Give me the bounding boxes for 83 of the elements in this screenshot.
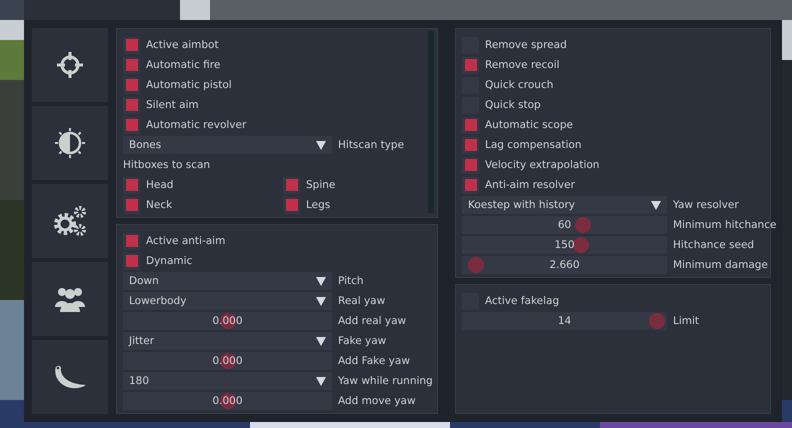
option-label: Quick stop [485, 99, 541, 111]
slider[interactable]: 0.000 [123, 312, 332, 330]
option-label: Hitchance seed [673, 239, 754, 251]
option-label: Remove recoil [485, 59, 560, 71]
dropdown[interactable]: Bones [123, 136, 332, 154]
caret-icon [651, 200, 661, 210]
sidebar-tab[interactable] [32, 340, 108, 414]
option-label: Automatic scope [485, 119, 573, 131]
checkbox[interactable] [283, 196, 300, 214]
slider-thumb[interactable] [468, 257, 484, 273]
checkbox[interactable] [462, 116, 479, 134]
option-label: Minimum hitchance [673, 219, 776, 231]
slider[interactable]: 150 [462, 236, 667, 254]
gears-icon [52, 204, 88, 238]
users-icon [54, 285, 86, 313]
option-label: Legs [306, 199, 330, 211]
slider[interactable]: 0.000 [123, 352, 332, 370]
checkbox[interactable] [123, 252, 140, 270]
checkbox[interactable] [283, 176, 300, 194]
checkbox[interactable] [123, 176, 140, 194]
slider-thumb[interactable] [572, 237, 589, 253]
option-label: Minimum damage [673, 259, 768, 271]
option-label: Active aimbot [146, 39, 219, 51]
caret-icon [316, 336, 326, 346]
slider-thumb[interactable] [574, 217, 591, 233]
option-label: Quick crouch [485, 79, 554, 91]
checkbox[interactable] [123, 116, 140, 134]
option-label: Lag compensation [485, 139, 582, 151]
option-label: Add move yaw [338, 395, 416, 407]
dropdown[interactable]: Jitter [123, 332, 332, 350]
option-label: Active anti-aim [146, 235, 226, 247]
option-label: Add real yaw [338, 315, 406, 327]
checkbox[interactable] [462, 56, 479, 74]
checkbox[interactable] [123, 96, 140, 114]
slider[interactable]: 60 [462, 216, 667, 234]
option-label: Remove spread [485, 39, 567, 51]
option-label: Add Fake yaw [338, 355, 410, 367]
dropdown[interactable]: Down [123, 272, 332, 290]
checkbox[interactable] [123, 196, 140, 214]
option-label: Spine [306, 179, 336, 191]
sidebar-tab[interactable] [32, 262, 108, 336]
option-label: Head [146, 179, 174, 191]
option-label: Fake yaw [338, 335, 386, 347]
caret-icon [316, 296, 326, 306]
dropdown[interactable]: 180 [123, 372, 332, 390]
checkbox[interactable] [462, 176, 479, 194]
slider[interactable]: 14 [462, 312, 667, 330]
dropdown[interactable]: Lowerbody [123, 292, 332, 310]
caret-icon [316, 276, 326, 286]
contrast-icon [52, 125, 88, 161]
option-label: Anti-aim resolver [485, 179, 575, 191]
knife-icon [53, 364, 87, 390]
slider[interactable]: 0.000 [123, 392, 332, 410]
option-label: Automatic fire [146, 59, 220, 71]
option-label: Neck [146, 199, 172, 211]
checkbox[interactable] [462, 136, 479, 154]
checkbox[interactable] [123, 36, 140, 54]
option-label: Dynamic [146, 255, 192, 267]
checkbox[interactable] [462, 156, 479, 174]
option-label: Yaw resolver [673, 199, 739, 211]
sidebar-tab[interactable] [32, 106, 108, 180]
option-label: Active fakelag [485, 295, 560, 307]
option-label: Silent aim [146, 99, 199, 111]
option-label: Velocity extrapolation [485, 159, 600, 171]
option-label: Real yaw [338, 295, 386, 307]
slider-thumb[interactable] [648, 313, 665, 329]
sidebar-tab[interactable] [32, 184, 108, 258]
option-label: Pitch [338, 275, 364, 287]
option-label: Automatic pistol [146, 79, 232, 91]
option-label: Yaw while running [338, 375, 433, 387]
slider[interactable]: 2.660 [462, 256, 667, 274]
option-label: Hitscan type [338, 139, 404, 151]
caret-icon [316, 376, 326, 386]
crosshair-icon [56, 51, 84, 79]
checkbox[interactable] [123, 76, 140, 94]
section-label: Hitboxes to scan [123, 159, 210, 171]
checkbox[interactable] [123, 56, 140, 74]
option-label: Automatic revolver [146, 119, 246, 131]
sidebar-tab[interactable] [32, 28, 108, 102]
dropdown[interactable]: Koestep with history [462, 196, 667, 214]
option-label: Limit [673, 315, 700, 327]
caret-icon [316, 140, 326, 150]
checkbox[interactable] [123, 232, 140, 250]
